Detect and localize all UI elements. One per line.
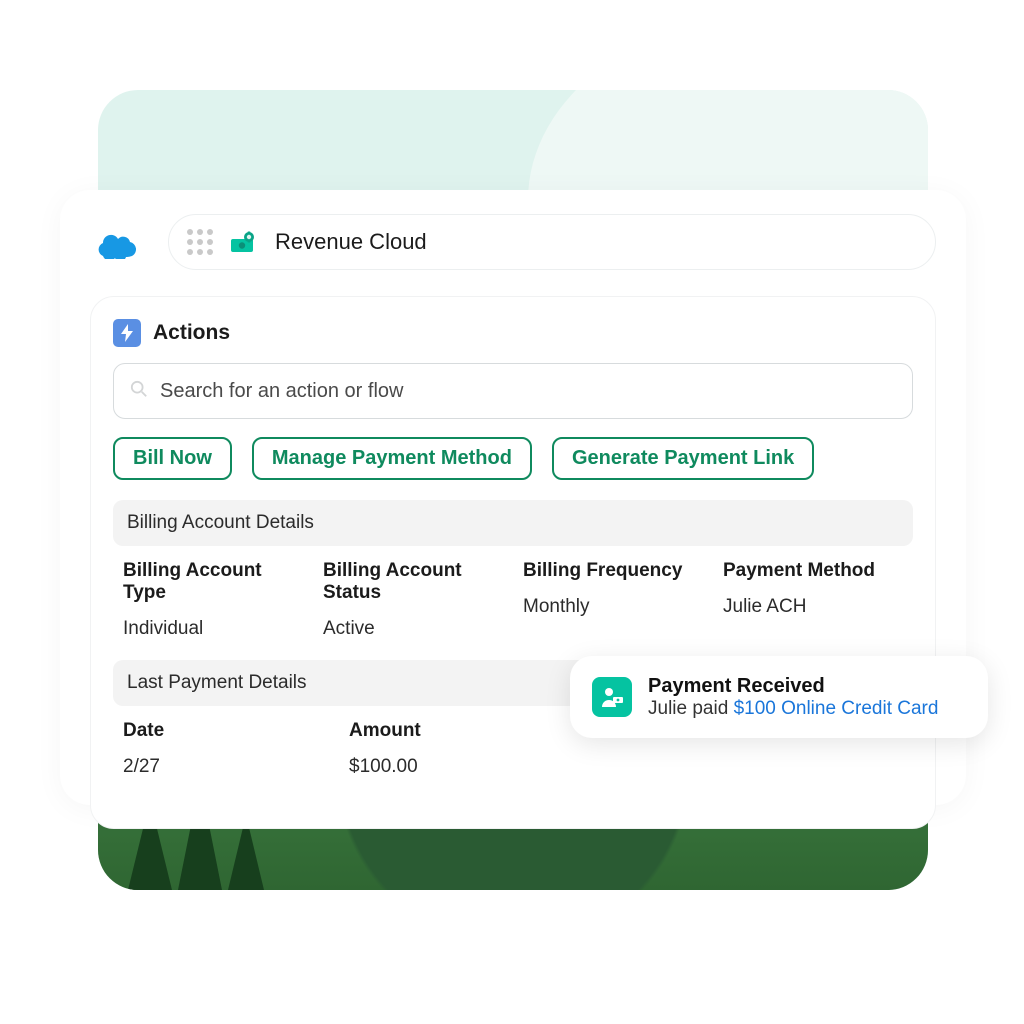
generate-payment-link-button[interactable]: Generate Payment Link — [552, 437, 814, 480]
payment-method-label: Payment Method — [723, 560, 903, 582]
billing-status-label: Billing Account Status — [323, 560, 503, 604]
billing-account-details-header: Billing Account Details — [113, 500, 913, 546]
app-header-pill: Revenue Cloud — [168, 214, 936, 270]
action-search-input[interactable] — [160, 380, 896, 403]
last-payment-date-value: 2/27 — [123, 756, 329, 778]
action-search[interactable] — [113, 363, 913, 419]
app-header: Revenue Cloud — [90, 214, 936, 270]
salesforce-cloud-icon — [90, 225, 140, 259]
search-icon — [130, 380, 148, 403]
billing-status-value: Active — [323, 618, 503, 640]
quick-action-buttons: Bill Now Manage Payment Method Generate … — [113, 437, 913, 480]
app-title: Revenue Cloud — [275, 229, 427, 255]
billing-type-label: Billing Account Type — [123, 560, 303, 604]
billing-account-details-grid: Billing Account Type Individual Billing … — [113, 560, 913, 640]
app-launcher-icon[interactable] — [187, 229, 213, 255]
actions-panel: Actions Bill Now Manage Payment Method G… — [90, 296, 936, 829]
billing-frequency-label: Billing Frequency — [523, 560, 703, 582]
billing-type-value: Individual — [123, 618, 303, 640]
toast-prefix: Julie paid — [648, 698, 734, 719]
payment-method-value: Julie ACH — [723, 596, 903, 618]
toast-title: Payment Received — [648, 675, 938, 698]
billing-frequency-value: Monthly — [523, 596, 703, 618]
revenue-cloud-app-icon — [229, 230, 259, 254]
lightning-icon — [113, 319, 141, 347]
manage-payment-method-button[interactable]: Manage Payment Method — [252, 437, 532, 480]
bill-now-button[interactable]: Bill Now — [113, 437, 232, 480]
actions-title: Actions — [153, 321, 230, 345]
toast-subtext: Julie paid $100 Online Credit Card — [648, 698, 938, 720]
payment-received-toast: Payment Received Julie paid $100 Online … — [570, 656, 988, 738]
toast-payment-link[interactable]: $100 Online Credit Card — [734, 698, 939, 719]
last-payment-date-label: Date — [123, 720, 329, 742]
last-payment-amount-label: Amount — [349, 720, 520, 742]
payment-received-icon — [592, 677, 632, 717]
actions-header: Actions — [113, 319, 913, 347]
last-payment-amount-value: $100.00 — [349, 756, 520, 778]
